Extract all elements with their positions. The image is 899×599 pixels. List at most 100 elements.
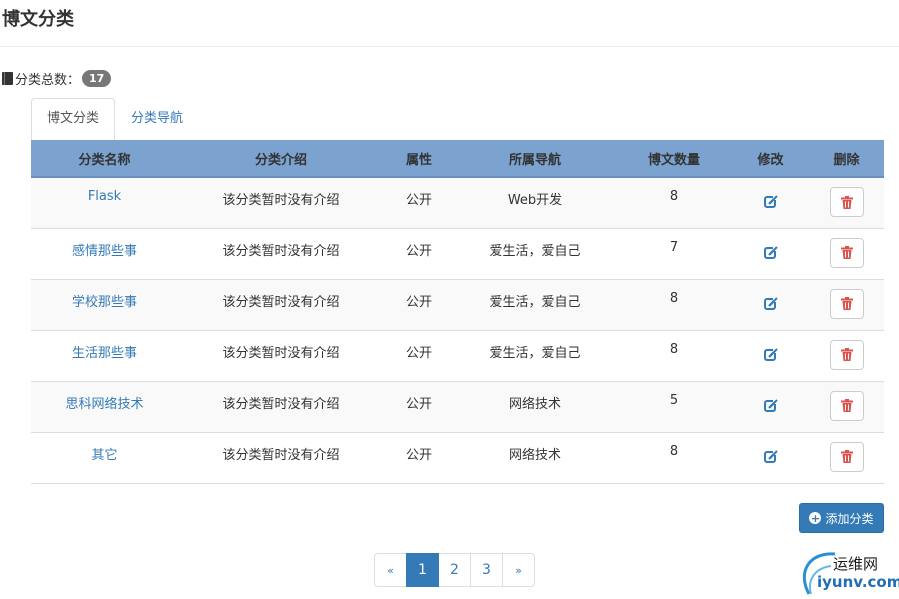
book-icon [2, 72, 13, 85]
add-category-button[interactable]: + 添加分类 [799, 503, 884, 533]
trash-icon [840, 450, 853, 463]
delete-cell [809, 228, 884, 279]
category-name-cell: 生活那些事 [31, 330, 178, 381]
table-row: 学校那些事 该分类暂时没有介绍 公开 爱生活，爱自己 8 [31, 279, 884, 330]
edit-icon[interactable] [763, 195, 778, 213]
category-count-cell: 7 [669, 239, 679, 255]
category-name-link[interactable]: Flask [88, 189, 121, 204]
category-name-link[interactable]: 思科网络技术 [65, 397, 143, 412]
category-nav-cell: 网络技术 [508, 396, 561, 412]
category-name-link[interactable]: 生活那些事 [72, 346, 137, 361]
trash-icon [840, 399, 853, 412]
edit-cell [732, 228, 809, 279]
category-attr-cell: 公开 [405, 396, 432, 412]
add-category-label: 添加分类 [825, 511, 874, 526]
table-row: 其它 该分类暂时没有介绍 公开 网络技术 8 [31, 432, 884, 483]
col-header-edit: 修改 [732, 140, 809, 178]
trash-icon [840, 348, 853, 361]
delete-button[interactable] [829, 288, 864, 319]
category-count-cell: 5 [669, 392, 679, 408]
delete-cell [809, 330, 884, 381]
category-attr-cell: 公开 [405, 294, 432, 310]
tab-bar: 博文分类 分类导航 [31, 98, 884, 140]
category-name-link[interactable]: 感情那些事 [72, 244, 137, 259]
page-1[interactable]: 1 [406, 553, 439, 587]
edit-icon[interactable] [763, 347, 778, 366]
category-attr-cell: 公开 [405, 243, 432, 259]
table-row: 思科网络技术 该分类暂时没有介绍 公开 网络技术 5 [31, 381, 884, 432]
category-name-link[interactable]: 其它 [91, 448, 117, 463]
edit-icon[interactable] [763, 398, 778, 417]
category-name-cell: 其它 [31, 432, 178, 483]
delete-cell [809, 381, 884, 432]
pagination: « 1 2 3 » [374, 553, 535, 587]
delete-cell [809, 177, 884, 228]
page-3[interactable]: 3 [470, 553, 503, 587]
category-count-cell: 8 [669, 341, 679, 357]
category-nav-cell: 爱生活，爱自己 [489, 345, 581, 361]
col-header-nav: 所属导航 [454, 140, 616, 178]
category-nav-cell: 爱生活，爱自己 [489, 243, 581, 259]
delete-button[interactable] [829, 441, 864, 472]
category-nav-cell: Web开发 [507, 193, 563, 208]
plus-circle-icon: + [809, 511, 822, 525]
delete-button[interactable] [829, 390, 864, 421]
edit-cell [732, 330, 809, 381]
category-count: 分类总数： 17 [2, 69, 112, 88]
delete-button[interactable] [829, 339, 864, 370]
table-row: 生活那些事 该分类暂时没有介绍 公开 爱生活，爱自己 8 [31, 330, 884, 381]
trash-icon [840, 297, 853, 310]
category-nav-cell: 爱生活，爱自己 [489, 294, 581, 310]
category-name-cell: Flask [31, 177, 178, 228]
category-count-cell: 8 [669, 443, 679, 459]
edit-icon[interactable] [763, 245, 778, 264]
delete-button[interactable] [829, 187, 864, 217]
tab-category-navigation[interactable]: 分类导航 [115, 98, 199, 140]
edit-icon[interactable] [763, 296, 778, 315]
table-header-row: 分类名称 分类介绍 属性 所属导航 博文数量 修改 删除 [31, 140, 884, 178]
edit-cell [732, 177, 809, 228]
page-next[interactable]: » [502, 553, 535, 587]
edit-cell [732, 381, 809, 432]
table-row: 感情那些事 该分类暂时没有介绍 公开 爱生活，爱自己 7 [31, 228, 884, 279]
col-header-name: 分类名称 [31, 140, 178, 178]
col-header-desc: 分类介绍 [178, 140, 384, 178]
page-prev[interactable]: « [374, 553, 407, 587]
category-count-cell: 8 [669, 189, 679, 204]
watermark-line2: iyunv.com [817, 573, 899, 591]
category-name-cell: 学校那些事 [31, 279, 178, 330]
count-badge: 17 [82, 70, 112, 87]
category-name-cell: 思科网络技术 [31, 381, 178, 432]
category-attr-cell: 公开 [405, 193, 432, 208]
category-attr-cell: 公开 [405, 345, 432, 361]
delete-button[interactable] [829, 237, 864, 268]
trash-icon [840, 246, 853, 259]
delete-cell [809, 279, 884, 330]
edit-cell [732, 279, 809, 330]
delete-cell [809, 432, 884, 483]
col-header-count: 博文数量 [616, 140, 732, 178]
col-header-delete: 删除 [809, 140, 884, 178]
category-attr-cell: 公开 [405, 447, 432, 463]
trash-icon [840, 195, 853, 209]
category-desc-cell: 该分类暂时没有介绍 [222, 345, 340, 361]
page-2[interactable]: 2 [438, 553, 471, 587]
tab-blog-categories[interactable]: 博文分类 [31, 98, 116, 140]
category-name-cell: 感情那些事 [31, 228, 178, 279]
category-table: 分类名称 分类介绍 属性 所属导航 博文数量 修改 删除 Flask 该分类暂时没… [31, 140, 884, 484]
watermark-line1: 运维网 [833, 555, 879, 573]
category-count-cell: 8 [669, 290, 679, 306]
table-row: Flask 该分类暂时没有介绍 公开 Web开发 8 [31, 177, 884, 228]
category-name-link[interactable]: 学校那些事 [72, 295, 137, 310]
category-desc-cell: 该分类暂时没有介绍 [222, 243, 340, 259]
category-desc-cell: 该分类暂时没有介绍 [222, 396, 340, 412]
title-divider [0, 46, 899, 47]
category-nav-cell: 网络技术 [508, 447, 561, 463]
page-title: 博文分类 [2, 9, 74, 30]
category-count-label: 分类总数： [15, 73, 81, 88]
col-header-attr: 属性 [384, 140, 454, 178]
edit-icon[interactable] [763, 449, 778, 468]
category-desc-cell: 该分类暂时没有介绍 [222, 447, 340, 463]
category-desc-cell: 该分类暂时没有介绍 [222, 294, 340, 310]
category-desc-cell: 该分类暂时没有介绍 [222, 193, 340, 208]
